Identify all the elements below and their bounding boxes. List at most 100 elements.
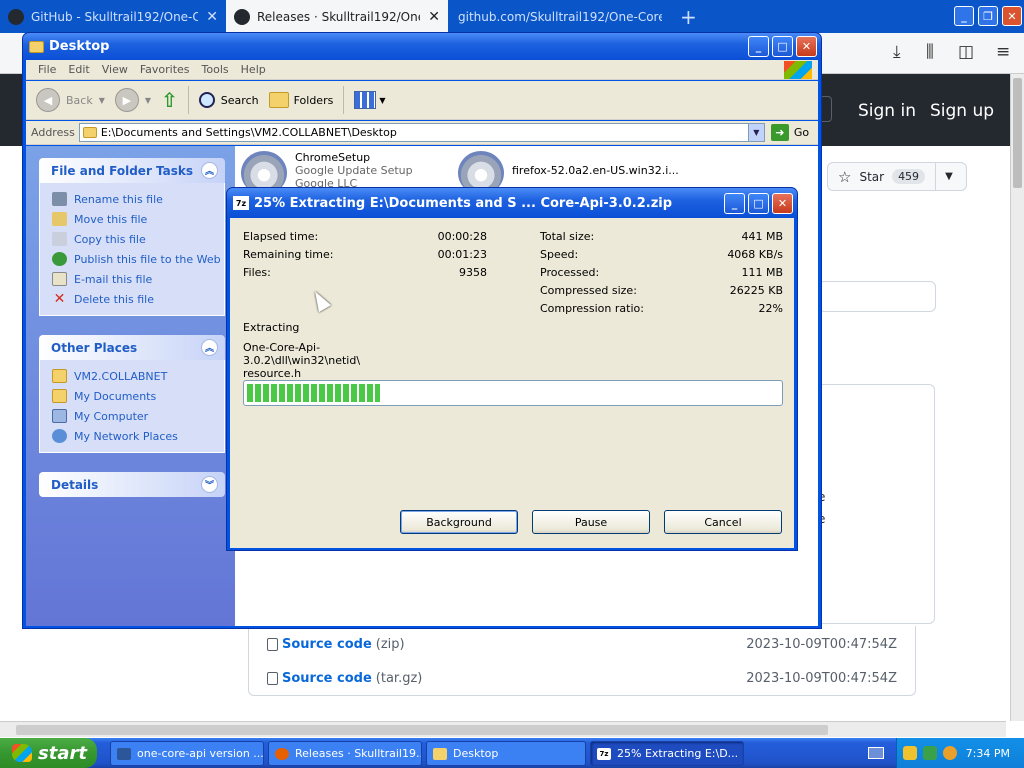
extract-progress-dialog: 7z 25% Extracting E:\Documents and S ...… <box>226 187 798 551</box>
menu-file[interactable]: File <box>38 63 56 76</box>
window-title: Desktop <box>49 39 110 54</box>
stat-label: Compressed size: <box>540 284 637 297</box>
taskbar-button-firefox[interactable]: Releases · Skulltrail19... <box>268 741 422 766</box>
browser-maximize-button[interactable]: ❐ <box>978 6 998 26</box>
browser-minimize-button[interactable]: _ <box>954 6 974 26</box>
asset-row[interactable]: Source code (zip) 2023-10-09T00:47:54Z <box>267 632 897 656</box>
scroll-thumb[interactable] <box>16 725 828 735</box>
star-button[interactable]: ☆ Star 459 ▼ <box>827 162 967 191</box>
download-icon[interactable]: ⤓ <box>893 42 901 62</box>
maximize-button[interactable]: □ <box>772 36 793 57</box>
search-button[interactable]: Search <box>198 92 259 108</box>
minimize-button[interactable]: _ <box>748 36 769 57</box>
sign-in-link[interactable]: Sign in <box>858 101 916 121</box>
task-move[interactable]: Move this file <box>52 209 224 229</box>
collapse-icon[interactable]: ︽ <box>201 162 218 179</box>
browser-tab-github-url[interactable]: github.com/Skulltrail192/One-Core-Api <box>450 0 670 33</box>
place-network[interactable]: My Network Places <box>52 426 224 446</box>
library-icon[interactable]: ⫼ <box>926 42 934 62</box>
task-delete[interactable]: ✕ Delete this file <box>52 289 224 309</box>
stat-label: Processed: <box>540 266 600 279</box>
maximize-button[interactable]: □ <box>748 193 769 214</box>
tab-close-icon[interactable]: ✕ <box>428 9 440 25</box>
browser-close-button[interactable]: ✕ <box>1002 6 1022 26</box>
search-icon[interactable] <box>943 746 957 760</box>
file-name: firefox-52.0a2.en-US.win32.i... <box>512 164 679 177</box>
start-button[interactable]: start <box>0 738 97 768</box>
sign-up-link[interactable]: Sign up <box>930 101 994 121</box>
menu-favorites[interactable]: Favorites <box>140 63 190 76</box>
up-button[interactable]: ⇧ <box>161 88 178 112</box>
task-email[interactable]: E-mail this file <box>52 269 224 289</box>
address-input[interactable]: E:\Documents and Settings\VM2.COLLABNET\… <box>78 123 765 142</box>
browser-tab-releases[interactable]: Releases · Skulltrail192/One-Core-Api ✕ <box>226 0 448 33</box>
pane-header[interactable]: Details ︾ <box>39 472 225 497</box>
chevron-down-icon[interactable]: ▼ <box>99 96 105 105</box>
file-name: ChromeSetup <box>295 151 371 164</box>
windows-logo-icon <box>12 744 32 762</box>
tab-close-icon[interactable]: ✕ <box>206 9 218 25</box>
explorer-title-bar[interactable]: Desktop _ □ ✕ <box>23 33 821 60</box>
vertical-scrollbar[interactable] <box>1010 74 1024 721</box>
taskbar-button-desktop[interactable]: Desktop <box>426 741 586 766</box>
background-button[interactable]: Background <box>400 510 518 534</box>
sidebar-icon[interactable]: ◫ <box>958 42 974 62</box>
menu-tools[interactable]: Tools <box>202 63 229 76</box>
zip-icon <box>267 671 278 685</box>
views-button[interactable]: ▼ <box>354 91 385 109</box>
close-button[interactable]: ✕ <box>772 193 793 214</box>
taskbar-button-7zip[interactable]: 7z 25% Extracting E:\D... <box>590 741 744 766</box>
release-box: e e <box>818 384 935 624</box>
chevron-down-icon[interactable]: ▼ <box>145 96 151 105</box>
menu-edit[interactable]: Edit <box>68 63 89 76</box>
expand-icon[interactable]: ︾ <box>201 476 218 493</box>
asset-row[interactable]: Source code (tar.gz) 2023-10-09T00:47:54… <box>267 666 897 690</box>
asset-name[interactable]: Source code <box>282 671 372 686</box>
go-button[interactable]: ➜ Go <box>770 124 809 141</box>
processed-row: Processed: 111 MB <box>540 266 783 280</box>
place-user-folder[interactable]: VM2.COLLABNET <box>52 366 224 386</box>
place-my-documents[interactable]: My Documents <box>52 386 224 406</box>
chevron-down-icon[interactable]: ▼ <box>747 124 764 141</box>
back-label: Back <box>66 93 93 107</box>
stat-label: Remaining time: <box>243 248 334 261</box>
task-copy[interactable]: Copy this file <box>52 229 224 249</box>
tab-label: github.com/Skulltrail192/One-Core-Api <box>458 9 662 24</box>
menu-help[interactable]: Help <box>241 63 266 76</box>
keyboard-icon[interactable] <box>868 747 884 759</box>
horizontal-scrollbar[interactable] <box>0 721 1006 737</box>
folders-icon <box>268 92 289 108</box>
pane-header[interactable]: File and Folder Tasks ︽ <box>39 158 225 183</box>
tab-label: GitHub - Skulltrail192/One-Core-Api <box>31 9 199 24</box>
taskbar-button-word[interactable]: one-core-api version ... <box>110 741 264 766</box>
new-tab-button[interactable]: + <box>680 5 697 29</box>
collapse-icon[interactable]: ︽ <box>201 339 218 356</box>
security-shield-icon[interactable] <box>903 746 917 760</box>
folders-button[interactable]: Folders <box>268 92 333 108</box>
task-rename[interactable]: Rename this file <box>52 189 224 209</box>
place-my-computer[interactable]: My Computer <box>52 406 224 426</box>
chevron-down-icon[interactable]: ▼ <box>945 171 953 182</box>
network-icon[interactable] <box>923 746 937 760</box>
dialog-title-bar[interactable]: 7z 25% Extracting E:\Documents and S ...… <box>227 188 797 218</box>
pane-body: VM2.COLLABNET My Documents My Computer M… <box>39 360 225 453</box>
pause-button[interactable]: Pause <box>532 510 650 534</box>
asset-name[interactable]: Source code <box>282 637 372 652</box>
close-button[interactable]: ✕ <box>796 36 817 57</box>
system-tray: 7:34 PM <box>896 738 1024 768</box>
move-icon <box>52 212 67 226</box>
task-publish[interactable]: Publish this file to the Web <box>52 249 224 269</box>
forward-button[interactable]: ▶ ▼ <box>114 88 151 112</box>
menu-view[interactable]: View <box>102 63 128 76</box>
taskbar-button-label: one-core-api version ... <box>137 747 264 760</box>
scroll-thumb[interactable] <box>1013 78 1022 188</box>
stat-value: 441 MB <box>741 230 783 243</box>
cancel-button[interactable]: Cancel <box>664 510 782 534</box>
release-filter-input[interactable] <box>818 281 936 312</box>
menu-icon[interactable]: ≡ <box>996 42 1010 62</box>
back-button[interactable]: ◀ Back ▼ <box>36 88 105 112</box>
pane-header[interactable]: Other Places ︽ <box>39 335 225 360</box>
minimize-button[interactable]: _ <box>724 193 745 214</box>
browser-tab-github[interactable]: GitHub - Skulltrail192/One-Core-Api ✕ <box>0 0 226 33</box>
stat-value: 22% <box>758 302 783 315</box>
